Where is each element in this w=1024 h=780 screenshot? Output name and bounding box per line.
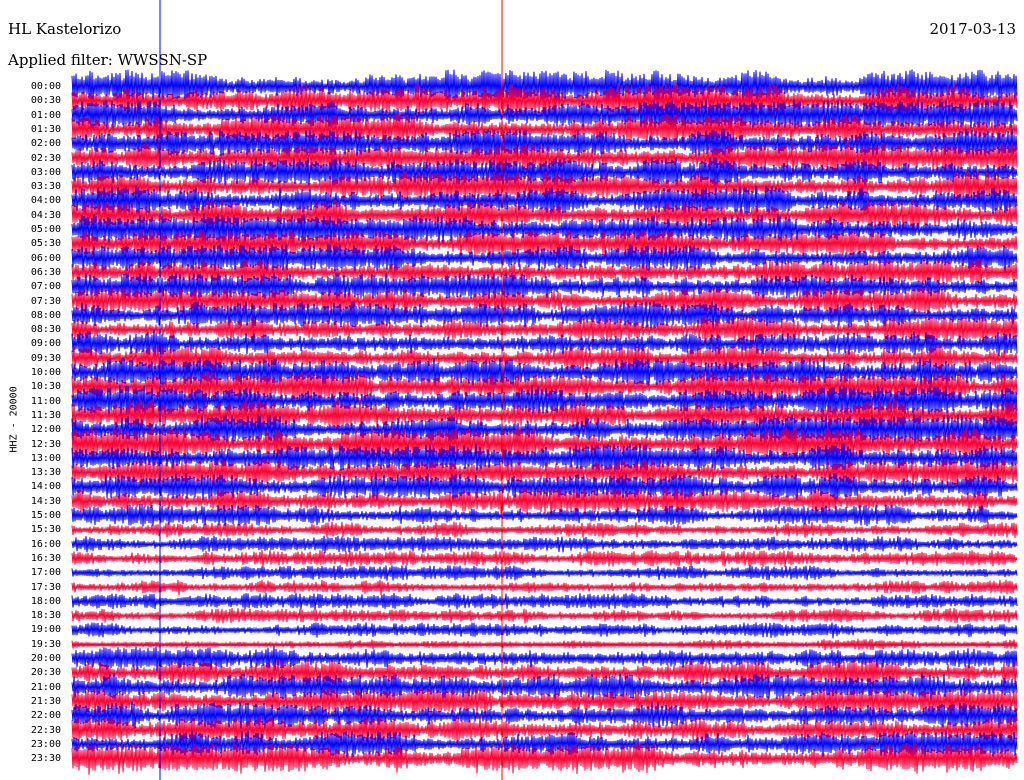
- trace-row: [71, 592, 1018, 610]
- trace-row: [71, 622, 1018, 639]
- trace-row: [71, 607, 1018, 624]
- trace-row: [71, 549, 1018, 568]
- trace-group: [71, 69, 1018, 775]
- trace-row: [71, 579, 1018, 596]
- seismogram-plot: [71, 0, 1018, 780]
- trace-row: [71, 535, 1018, 554]
- trace-row: [71, 565, 1018, 581]
- trace-row: [71, 521, 1018, 538]
